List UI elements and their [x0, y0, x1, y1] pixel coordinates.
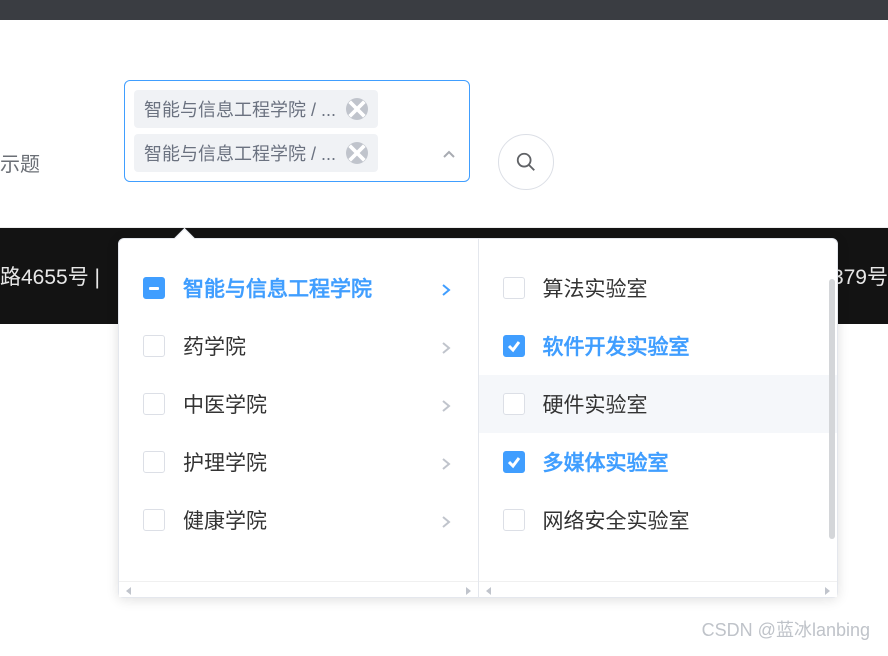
cascader-item[interactable]: 多媒体实验室 [479, 433, 838, 491]
close-icon[interactable] [346, 98, 368, 120]
cascader-select[interactable]: 智能与信息工程学院 / ... 智能与信息工程学院 / ... [124, 80, 470, 182]
item-label: 算法实验室 [543, 273, 648, 303]
item-label: 中医学院 [183, 389, 267, 419]
close-icon[interactable] [346, 142, 368, 164]
cascader-panel-1: 智能与信息工程学院药学院中医学院护理学院健康学院 [119, 239, 479, 597]
chevron-right-icon [438, 454, 454, 470]
panel-list: 智能与信息工程学院药学院中医学院护理学院健康学院 [119, 239, 478, 549]
cascader-item[interactable]: 硬件实验室 [479, 375, 838, 433]
item-label: 硬件实验室 [543, 389, 648, 419]
item-label: 健康学院 [183, 505, 267, 535]
cascader-item[interactable]: 药学院 [119, 317, 478, 375]
item-label: 护理学院 [183, 447, 267, 477]
checkbox-unchecked[interactable] [143, 451, 165, 473]
scroll-left-icon[interactable] [123, 584, 135, 596]
tag-label: 智能与信息工程学院 / ... [144, 96, 336, 122]
scroll-left-icon[interactable] [483, 584, 495, 596]
item-label: 网络安全实验室 [543, 505, 690, 535]
dark-band-right: 379号 [832, 261, 888, 291]
chevron-right-icon [438, 280, 454, 296]
cascader-item[interactable]: 智能与信息工程学院 [119, 259, 478, 317]
checkbox-checked[interactable] [503, 451, 525, 473]
cascader-item[interactable]: 网络安全实验室 [479, 491, 838, 549]
checkbox-unchecked[interactable] [503, 277, 525, 299]
checkbox-unchecked[interactable] [503, 509, 525, 531]
cascader-item[interactable]: 护理学院 [119, 433, 478, 491]
checkbox-unchecked[interactable] [503, 393, 525, 415]
item-label: 多媒体实验室 [543, 447, 669, 477]
scroll-right-icon[interactable] [462, 584, 474, 596]
partial-label: 示题 [0, 148, 40, 177]
watermark: CSDN @蓝冰lanbing [702, 616, 870, 642]
checkbox-indeterminate[interactable] [143, 277, 165, 299]
vertical-scrollbar[interactable] [829, 279, 835, 539]
checkbox-unchecked[interactable] [143, 393, 165, 415]
cascader-panel-2: 算法实验室软件开发实验室硬件实验室多媒体实验室网络安全实验室 [479, 239, 838, 597]
cascader-item[interactable]: 算法实验室 [479, 259, 838, 317]
cascader-item[interactable]: 中医学院 [119, 375, 478, 433]
scroll-right-icon[interactable] [821, 584, 833, 596]
tag-label: 智能与信息工程学院 / ... [144, 140, 336, 166]
chevron-right-icon [438, 512, 454, 528]
cascader-dropdown: 智能与信息工程学院药学院中医学院护理学院健康学院 算法实验室软件开发实验室硬件实… [118, 238, 838, 598]
checkbox-unchecked[interactable] [143, 335, 165, 357]
checkbox-unchecked[interactable] [143, 509, 165, 531]
horizontal-scrollbar[interactable] [119, 581, 478, 597]
cascader-item[interactable]: 健康学院 [119, 491, 478, 549]
chevron-right-icon [438, 396, 454, 412]
item-label: 软件开发实验室 [543, 331, 690, 361]
header-area: 示题 智能与信息工程学院 / ... 智能与信息工程学院 / ... [0, 20, 888, 228]
dark-band-left: 路4655号 | [0, 261, 100, 291]
cascader-item[interactable]: 软件开发实验室 [479, 317, 838, 375]
chevron-up-icon[interactable] [441, 147, 457, 163]
item-label: 药学院 [183, 331, 246, 361]
search-button[interactable] [498, 134, 554, 190]
top-bar [0, 0, 888, 20]
chevron-right-icon [438, 338, 454, 354]
selected-tag: 智能与信息工程学院 / ... [134, 90, 378, 128]
horizontal-scrollbar[interactable] [479, 581, 838, 597]
panel-list: 算法实验室软件开发实验室硬件实验室多媒体实验室网络安全实验室 [479, 239, 838, 549]
checkbox-checked[interactable] [503, 335, 525, 357]
selected-tag: 智能与信息工程学院 / ... [134, 134, 378, 172]
item-label: 智能与信息工程学院 [183, 273, 372, 303]
